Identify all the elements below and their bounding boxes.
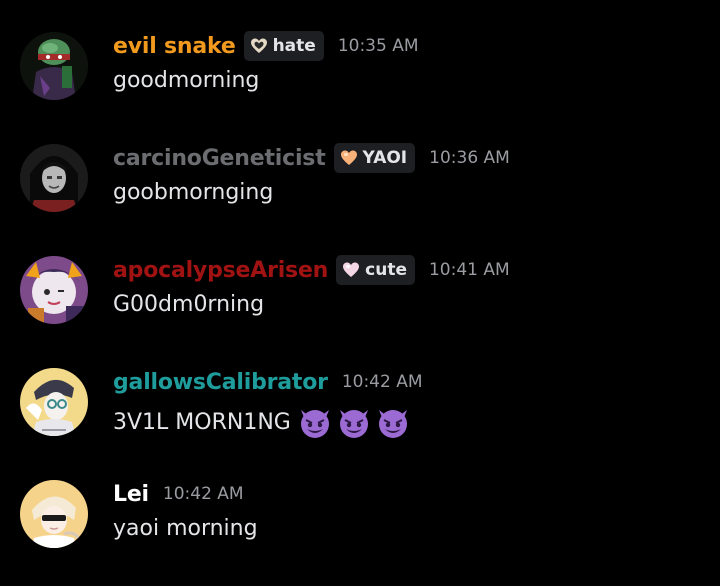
role-tag-label: cute bbox=[365, 260, 407, 280]
username[interactable]: Lei bbox=[113, 482, 149, 507]
role-tag-label: hate bbox=[272, 36, 316, 56]
user-avatar[interactable] bbox=[20, 32, 88, 100]
role-tag[interactable]: cute bbox=[336, 255, 415, 285]
username[interactable]: gallowsCalibrator bbox=[113, 370, 328, 395]
timestamp: 10:42 AM bbox=[162, 484, 244, 504]
username[interactable]: carcinoGeneticist bbox=[113, 146, 326, 171]
message-item: Lei 10:42 AM yaoi morning bbox=[0, 480, 720, 580]
message-header: evil snake hate 10:35 AM bbox=[113, 31, 419, 61]
smiling-imp-emoji[interactable] bbox=[297, 404, 333, 440]
role-tag[interactable]: hate bbox=[243, 31, 324, 61]
message-text: G00dm0rning bbox=[113, 292, 265, 317]
role-tag-label: YAOI bbox=[362, 148, 408, 168]
message-item: evil snake hate 10:35 AM goodmorning bbox=[0, 31, 720, 132]
smiling-imp-emoji[interactable] bbox=[336, 404, 372, 440]
user-avatar[interactable] bbox=[20, 256, 88, 324]
message-header: carcinoGeneticist YAOI 10:36 AM bbox=[113, 143, 510, 173]
message-header: Lei 10:42 AM bbox=[113, 480, 244, 508]
message-header: apocalypseArisen cute 10:41 AM bbox=[113, 255, 510, 285]
message-content: goobmornging bbox=[113, 180, 273, 205]
message-text: goobmornging bbox=[113, 180, 274, 205]
user-avatar[interactable] bbox=[20, 480, 88, 548]
timestamp: 10:42 AM bbox=[341, 372, 423, 392]
timestamp: 10:35 AM bbox=[337, 36, 419, 56]
username[interactable]: evil snake bbox=[113, 34, 236, 59]
peach-heart-icon bbox=[340, 149, 358, 167]
message-content: yaoi morning bbox=[113, 516, 258, 541]
message-header: gallowsCalibrator 10:42 AM bbox=[113, 368, 423, 396]
smiling-imp-emoji[interactable] bbox=[375, 404, 411, 440]
message-item: carcinoGeneticist YAOI 10:36 AM goobmorn… bbox=[0, 143, 720, 244]
timestamp: 10:41 AM bbox=[428, 260, 510, 280]
message-text: goodmorning bbox=[113, 68, 260, 93]
message-content: goodmorning bbox=[113, 68, 259, 93]
message-item: apocalypseArisen cute 10:41 AM G00dm0rni… bbox=[0, 255, 720, 356]
pink-heart-icon bbox=[342, 261, 360, 279]
message-item: gallowsCalibrator 10:42 AM 3V1L MORN1NG bbox=[0, 368, 720, 468]
timestamp: 10:36 AM bbox=[429, 148, 510, 168]
username[interactable]: apocalypseArisen bbox=[113, 258, 328, 283]
message-content: 3V1L MORN1NG bbox=[113, 404, 411, 440]
role-tag[interactable]: YAOI bbox=[333, 143, 416, 173]
dark-heart-icon bbox=[250, 37, 268, 55]
message-text: 3V1L MORN1NG bbox=[113, 409, 291, 435]
message-content: G00dm0rning bbox=[113, 292, 264, 317]
user-avatar[interactable] bbox=[20, 144, 88, 212]
message-text: yaoi morning bbox=[113, 516, 258, 541]
user-avatar[interactable] bbox=[20, 368, 88, 436]
